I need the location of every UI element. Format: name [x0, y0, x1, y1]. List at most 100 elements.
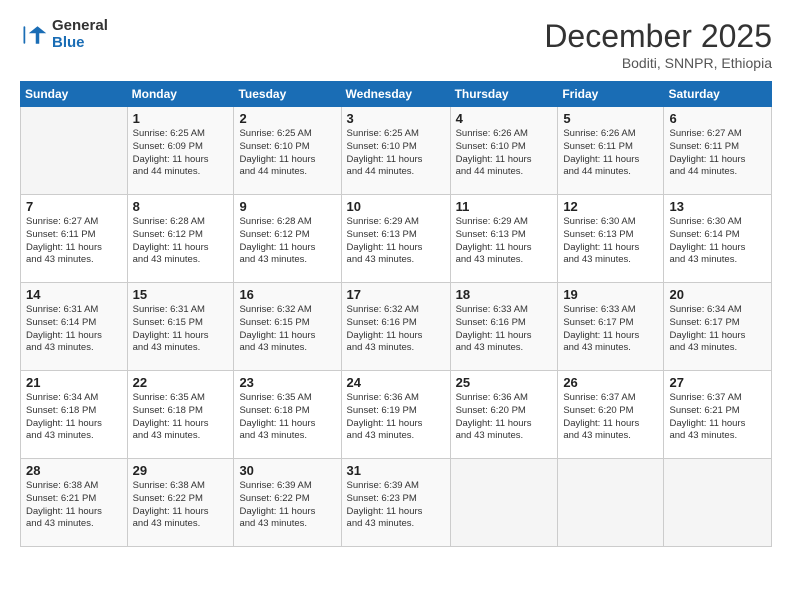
- day-info: Sunrise: 6:35 AM Sunset: 6:18 PM Dayligh…: [133, 392, 229, 443]
- month-title: December 2025: [544, 18, 772, 55]
- calendar-cell: [664, 459, 772, 547]
- calendar-cell: 15Sunrise: 6:31 AM Sunset: 6:15 PM Dayli…: [127, 283, 234, 371]
- calendar-header-row: SundayMondayTuesdayWednesdayThursdayFrid…: [21, 82, 772, 107]
- day-info: Sunrise: 6:34 AM Sunset: 6:17 PM Dayligh…: [669, 304, 766, 355]
- logo: General Blue: [20, 18, 108, 51]
- day-number: 12: [563, 199, 658, 214]
- day-info: Sunrise: 6:39 AM Sunset: 6:22 PM Dayligh…: [239, 480, 335, 531]
- calendar-cell: 4 Sunrise: 6:26 AM Sunset: 6:10 PM Daylig…: [450, 107, 558, 195]
- calendar-cell: 23Sunrise: 6:35 AM Sunset: 6:18 PM Dayli…: [234, 371, 341, 459]
- calendar-header-saturday: Saturday: [664, 82, 772, 107]
- calendar-week-row: 7 Sunrise: 6:27 AM Sunset: 6:11 PM Daylig…: [21, 195, 772, 283]
- day-number: 6: [669, 111, 766, 126]
- day-number: 8: [133, 199, 229, 214]
- day-info: Sunrise: 6:26 AM Sunset: 6:10 PM Dayligh…: [456, 128, 553, 179]
- calendar-cell: 28 Sunrise: 6:38 AM Sunset: 6:21 PM Dayli…: [21, 459, 128, 547]
- calendar-cell: 17Sunrise: 6:32 AM Sunset: 6:16 PM Dayli…: [341, 283, 450, 371]
- day-number: 28: [26, 463, 122, 478]
- day-info: Sunrise: 6:38 AM Sunset: 6:22 PM Dayligh…: [133, 480, 229, 531]
- day-number: 16: [239, 287, 335, 302]
- day-info: Sunrise: 6:27 AM Sunset: 6:11 PM Dayligh…: [669, 128, 766, 179]
- day-info: Sunrise: 6:29 AM Sunset: 6:13 PM Dayligh…: [456, 216, 553, 267]
- header: General Blue December 2025 Boditi, SNNPR…: [20, 18, 772, 71]
- logo-text: General Blue: [52, 18, 108, 51]
- calendar-cell: 21 Sunrise: 6:34 AM Sunset: 6:18 PM Dayli…: [21, 371, 128, 459]
- day-number: 27: [669, 375, 766, 390]
- calendar-cell: 7 Sunrise: 6:27 AM Sunset: 6:11 PM Daylig…: [21, 195, 128, 283]
- day-number: 3: [347, 111, 445, 126]
- calendar-cell: [450, 459, 558, 547]
- day-info: Sunrise: 6:37 AM Sunset: 6:20 PM Dayligh…: [563, 392, 658, 443]
- day-info: Sunrise: 6:33 AM Sunset: 6:17 PM Dayligh…: [563, 304, 658, 355]
- calendar-cell: 10 Sunrise: 6:29 AM Sunset: 6:13 PM Dayli…: [341, 195, 450, 283]
- calendar-header-tuesday: Tuesday: [234, 82, 341, 107]
- day-number: 31: [347, 463, 445, 478]
- day-number: 20: [669, 287, 766, 302]
- calendar-cell: 6 Sunrise: 6:27 AM Sunset: 6:11 PM Daylig…: [664, 107, 772, 195]
- calendar-cell: 25 Sunrise: 6:36 AM Sunset: 6:20 PM Dayli…: [450, 371, 558, 459]
- calendar-cell: 12 Sunrise: 6:30 AM Sunset: 6:13 PM Dayli…: [558, 195, 664, 283]
- calendar-header-thursday: Thursday: [450, 82, 558, 107]
- day-number: 11: [456, 199, 553, 214]
- day-number: 17: [347, 287, 445, 302]
- day-info: Sunrise: 6:25 AM Sunset: 6:10 PM Dayligh…: [239, 128, 335, 179]
- day-info: Sunrise: 6:29 AM Sunset: 6:13 PM Dayligh…: [347, 216, 445, 267]
- day-info: Sunrise: 6:25 AM Sunset: 6:10 PM Dayligh…: [347, 128, 445, 179]
- day-number: 15: [133, 287, 229, 302]
- day-number: 30: [239, 463, 335, 478]
- day-number: 10: [347, 199, 445, 214]
- calendar-cell: 31 Sunrise: 6:39 AM Sunset: 6:23 PM Dayli…: [341, 459, 450, 547]
- day-number: 14: [26, 287, 122, 302]
- calendar-header-wednesday: Wednesday: [341, 82, 450, 107]
- calendar-cell: 16 Sunrise: 6:32 AM Sunset: 6:15 PM Dayli…: [234, 283, 341, 371]
- calendar-week-row: 1Sunrise: 6:25 AM Sunset: 6:09 PM Daylig…: [21, 107, 772, 195]
- day-number: 22: [133, 375, 229, 390]
- day-info: Sunrise: 6:39 AM Sunset: 6:23 PM Dayligh…: [347, 480, 445, 531]
- day-info: Sunrise: 6:37 AM Sunset: 6:21 PM Dayligh…: [669, 392, 766, 443]
- calendar-cell: 24 Sunrise: 6:36 AM Sunset: 6:19 PM Dayli…: [341, 371, 450, 459]
- day-info: Sunrise: 6:36 AM Sunset: 6:19 PM Dayligh…: [347, 392, 445, 443]
- day-info: Sunrise: 6:38 AM Sunset: 6:21 PM Dayligh…: [26, 480, 122, 531]
- day-number: 13: [669, 199, 766, 214]
- page: General Blue December 2025 Boditi, SNNPR…: [0, 0, 792, 612]
- calendar-cell: 9Sunrise: 6:28 AM Sunset: 6:12 PM Daylig…: [234, 195, 341, 283]
- day-info: Sunrise: 6:34 AM Sunset: 6:18 PM Dayligh…: [26, 392, 122, 443]
- calendar-cell: 19 Sunrise: 6:33 AM Sunset: 6:17 PM Dayli…: [558, 283, 664, 371]
- calendar-cell: 30 Sunrise: 6:39 AM Sunset: 6:22 PM Dayli…: [234, 459, 341, 547]
- calendar-cell: [558, 459, 664, 547]
- calendar-cell: 1Sunrise: 6:25 AM Sunset: 6:09 PM Daylig…: [127, 107, 234, 195]
- day-number: 7: [26, 199, 122, 214]
- calendar-cell: 26 Sunrise: 6:37 AM Sunset: 6:20 PM Dayli…: [558, 371, 664, 459]
- calendar-cell: 22 Sunrise: 6:35 AM Sunset: 6:18 PM Dayli…: [127, 371, 234, 459]
- day-info: Sunrise: 6:30 AM Sunset: 6:13 PM Dayligh…: [563, 216, 658, 267]
- calendar-cell: 2 Sunrise: 6:25 AM Sunset: 6:10 PM Daylig…: [234, 107, 341, 195]
- calendar-cell: 8Sunrise: 6:28 AM Sunset: 6:12 PM Daylig…: [127, 195, 234, 283]
- calendar-cell: 14 Sunrise: 6:31 AM Sunset: 6:14 PM Dayli…: [21, 283, 128, 371]
- calendar-header-friday: Friday: [558, 82, 664, 107]
- day-number: 19: [563, 287, 658, 302]
- day-info: Sunrise: 6:30 AM Sunset: 6:14 PM Dayligh…: [669, 216, 766, 267]
- day-info: Sunrise: 6:27 AM Sunset: 6:11 PM Dayligh…: [26, 216, 122, 267]
- title-block: December 2025 Boditi, SNNPR, Ethiopia: [544, 18, 772, 71]
- day-number: 1: [133, 111, 229, 126]
- day-info: Sunrise: 6:36 AM Sunset: 6:20 PM Dayligh…: [456, 392, 553, 443]
- calendar-cell: [21, 107, 128, 195]
- day-info: Sunrise: 6:26 AM Sunset: 6:11 PM Dayligh…: [563, 128, 658, 179]
- day-info: Sunrise: 6:31 AM Sunset: 6:14 PM Dayligh…: [26, 304, 122, 355]
- day-number: 26: [563, 375, 658, 390]
- calendar-cell: 11 Sunrise: 6:29 AM Sunset: 6:13 PM Dayli…: [450, 195, 558, 283]
- calendar-cell: 27 Sunrise: 6:37 AM Sunset: 6:21 PM Dayli…: [664, 371, 772, 459]
- day-number: 2: [239, 111, 335, 126]
- day-number: 24: [347, 375, 445, 390]
- day-number: 25: [456, 375, 553, 390]
- day-number: 5: [563, 111, 658, 126]
- calendar-cell: 18Sunrise: 6:33 AM Sunset: 6:16 PM Dayli…: [450, 283, 558, 371]
- day-number: 23: [239, 375, 335, 390]
- day-number: 18: [456, 287, 553, 302]
- day-number: 4: [456, 111, 553, 126]
- calendar-table: SundayMondayTuesdayWednesdayThursdayFrid…: [20, 81, 772, 547]
- calendar-header-sunday: Sunday: [21, 82, 128, 107]
- day-number: 21: [26, 375, 122, 390]
- calendar-week-row: 14 Sunrise: 6:31 AM Sunset: 6:14 PM Dayli…: [21, 283, 772, 371]
- day-info: Sunrise: 6:32 AM Sunset: 6:15 PM Dayligh…: [239, 304, 335, 355]
